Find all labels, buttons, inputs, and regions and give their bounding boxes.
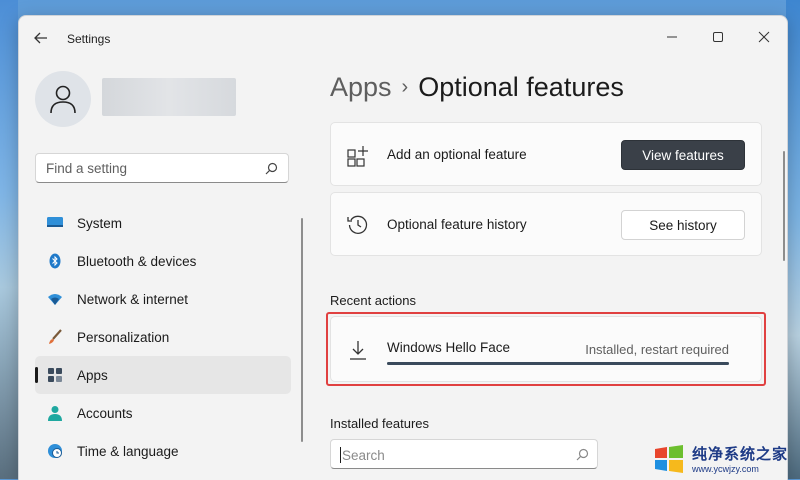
recent-actions-heading: Recent actions: [330, 293, 416, 308]
maximize-icon: [713, 32, 723, 42]
arrow-left-icon: [34, 32, 47, 44]
avatar[interactable]: [35, 71, 91, 127]
find-setting-placeholder: Find a setting: [46, 161, 128, 176]
minimize-button[interactable]: [649, 22, 695, 52]
desktop-background: [0, 0, 18, 479]
sidebar-nav: System Bluetooth & devices Network & int…: [35, 204, 291, 470]
apps-icon: [48, 368, 62, 382]
sidebar-item-label: Time & language: [77, 443, 179, 459]
watermark-url: www.ycwjzy.com: [692, 464, 759, 474]
sidebar-item-label: Personalization: [77, 329, 170, 345]
history-label: Optional feature history: [387, 217, 527, 232]
brush-icon: [49, 329, 62, 344]
search-icon: [576, 448, 589, 461]
bluetooth-icon: [49, 253, 61, 269]
page-title: Optional features: [418, 72, 624, 102]
sidebar-item-bluetooth[interactable]: Bluetooth & devices: [35, 242, 291, 280]
minimize-icon: [667, 36, 677, 38]
selection-indicator: [35, 367, 38, 383]
desktop-background-right: [786, 0, 800, 479]
breadcrumb: Apps › Optional features: [330, 72, 624, 103]
installed-features-heading: Installed features: [330, 416, 430, 431]
watermark-title: 纯净系统之家: [692, 446, 789, 463]
add-feature-icon: [347, 146, 368, 167]
add-optional-feature-card: Add an optional feature View features: [330, 122, 762, 186]
installed-search-placeholder: Search: [342, 448, 385, 463]
sidebar-item-time-language[interactable]: Time & language: [35, 432, 291, 470]
close-button[interactable]: [741, 22, 787, 52]
maximize-button[interactable]: [695, 22, 741, 52]
breadcrumb-parent[interactable]: Apps: [330, 72, 392, 102]
settings-window: Settings Find a setting System Bluetooth…: [18, 15, 788, 480]
sidebar-item-system[interactable]: System: [35, 204, 291, 242]
sidebar-item-label: Apps: [77, 367, 108, 383]
sidebar-scrollbar[interactable]: [301, 218, 303, 442]
search-icon: [265, 162, 278, 175]
feature-history-card: Optional feature history See history: [330, 192, 762, 256]
installed-features-search-input[interactable]: Search: [330, 439, 598, 469]
sidebar-item-apps[interactable]: Apps: [35, 356, 291, 394]
back-button[interactable]: [31, 28, 51, 48]
see-history-button[interactable]: See history: [621, 210, 745, 240]
app-title: Settings: [67, 32, 111, 46]
sidebar-item-personalization[interactable]: Personalization: [35, 318, 291, 356]
view-features-button[interactable]: View features: [621, 140, 745, 170]
annotation-highlight-box: [326, 312, 766, 386]
title-bar: Settings: [19, 16, 787, 60]
breadcrumb-separator: ›: [401, 76, 409, 98]
history-icon: [347, 215, 368, 234]
person-icon: [48, 406, 62, 421]
windows-logo-icon: [655, 444, 683, 473]
sidebar-item-label: Network & internet: [77, 291, 189, 307]
sidebar-item-label: Bluetooth & devices: [77, 253, 197, 269]
sidebar-item-label: Accounts: [77, 405, 133, 421]
sidebar-item-label: System: [77, 215, 123, 231]
add-feature-label: Add an optional feature: [387, 147, 527, 162]
username-redacted: [102, 78, 236, 116]
monitor-icon: [47, 217, 63, 227]
main-scrollbar[interactable]: [783, 151, 785, 261]
text-caret: [340, 447, 341, 463]
sidebar-item-network[interactable]: Network & internet: [35, 280, 291, 318]
close-icon: [758, 31, 770, 43]
wifi-icon: [48, 294, 62, 305]
sidebar-item-accounts[interactable]: Accounts: [35, 394, 291, 432]
watermark: 纯净系统之家 www.ycwjzy.com: [652, 440, 798, 477]
person-icon: [50, 85, 76, 114]
globe-clock-icon: [48, 444, 62, 458]
find-setting-input[interactable]: Find a setting: [35, 153, 289, 183]
